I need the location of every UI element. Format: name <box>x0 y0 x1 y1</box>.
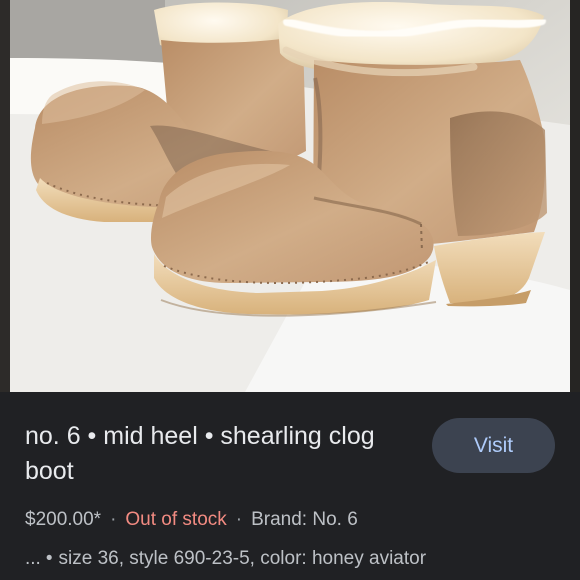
product-image[interactable] <box>0 0 580 392</box>
stock-status: Out of stock <box>125 509 227 530</box>
product-meta-row: $200.00* · Out of stock · Brand: No. 6 <box>25 508 358 532</box>
brand-label: Brand: No. 6 <box>251 509 358 530</box>
product-details-row: ... • size 36, style 690-23-5, color: hone… <box>25 547 426 571</box>
meta-separator: · <box>235 509 243 530</box>
details-bullet: • <box>45 548 53 569</box>
visit-button[interactable]: Visit <box>432 418 555 473</box>
details-ellipsis: ... <box>25 548 41 569</box>
product-details: size 36, style 690-23-5, color: honey av… <box>58 548 427 569</box>
meta-separator: · <box>110 509 117 530</box>
product-price: $200.00* <box>25 509 102 530</box>
shopping-result-card: no. 6 • mid heel • shearling clog boot V… <box>0 0 580 580</box>
product-title[interactable]: no. 6 • mid heel • shearling clog boot <box>25 419 420 489</box>
product-info-panel: no. 6 • mid heel • shearling clog boot V… <box>0 392 580 580</box>
